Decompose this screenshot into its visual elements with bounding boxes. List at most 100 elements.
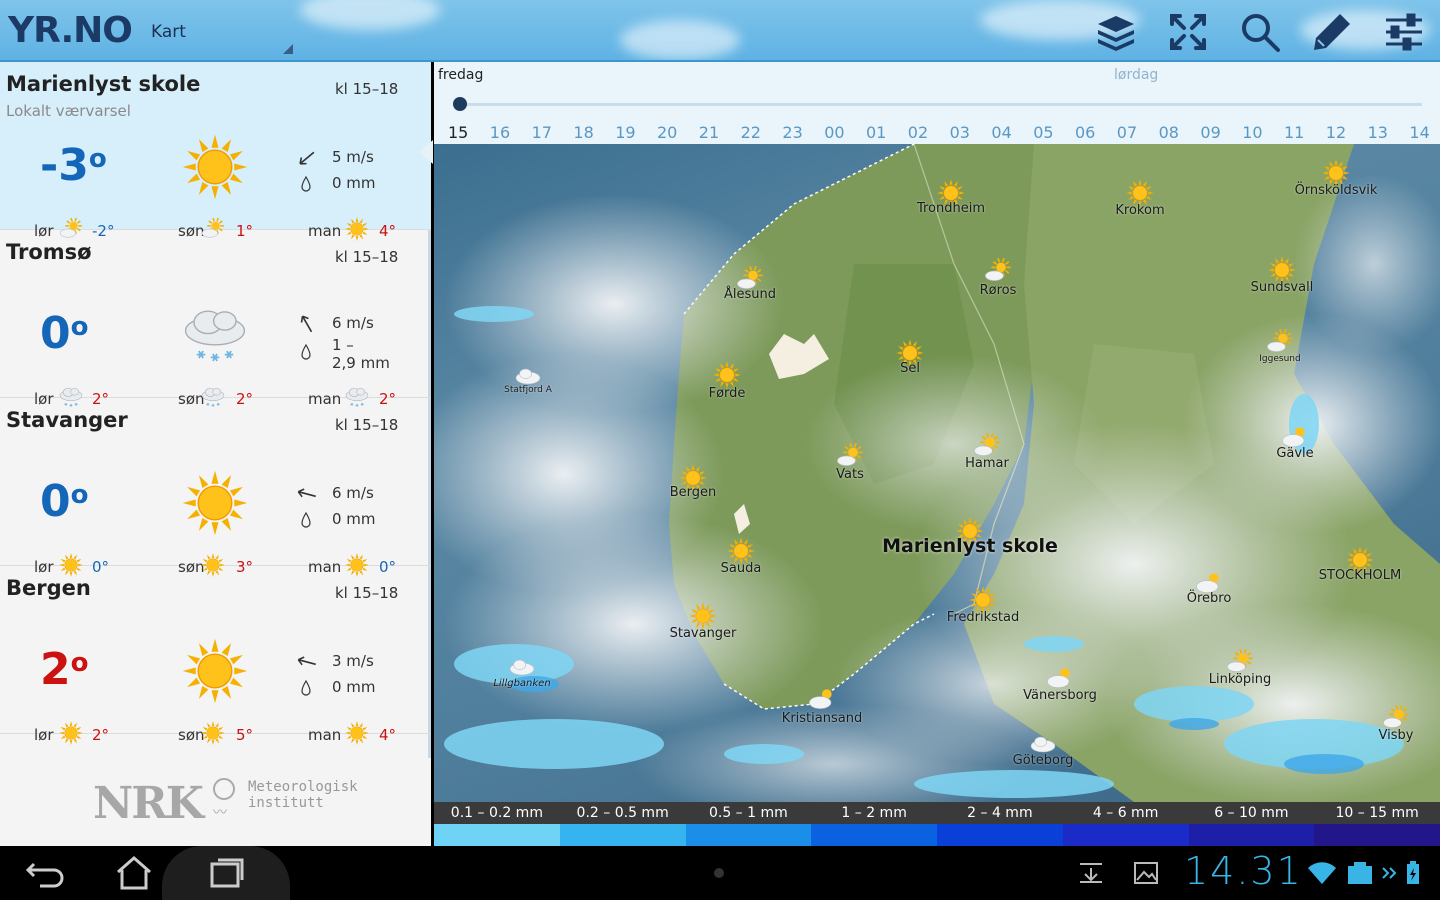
legend-item: 0.5 – 1 mm (685, 802, 812, 846)
map-city-label[interactable]: Krokom (1115, 203, 1164, 218)
partly-sunny-icon[interactable] (972, 431, 1002, 457)
timeline-hour[interactable]: 01 (866, 123, 886, 142)
back-icon[interactable] (16, 852, 76, 894)
map-city-label[interactable]: Ålesund (724, 287, 776, 302)
partly-cloudy-icon[interactable] (1045, 663, 1075, 689)
time-slider-panel: fredag lørdag 15 16 17 18 19 20 21 22 23 00 01 02 03… (434, 62, 1440, 144)
forecast-day: man (308, 726, 342, 744)
more-status-icon[interactable] (1380, 860, 1398, 886)
timeline-hour[interactable]: 12 (1326, 123, 1346, 142)
map-city-label[interactable]: Sauda (721, 561, 762, 576)
yr-logo[interactable]: YR.NO (8, 10, 133, 51)
partly-sunny-icon[interactable] (1381, 703, 1411, 729)
timeline-hour[interactable]: 17 (532, 123, 552, 142)
timeline-hour[interactable]: 10 (1242, 123, 1262, 142)
legend-swatch (937, 824, 1063, 846)
partly-cloudy-icon[interactable] (1280, 422, 1310, 448)
location-card[interactable]: Stavanger kl 15–18 0o 6 m/s 0 mm lør 0° s… (0, 398, 431, 577)
timeline-hour[interactable]: 16 (490, 123, 510, 142)
map-city-label[interactable]: STOCKHOLM (1319, 568, 1402, 583)
timeline-hour[interactable]: 18 (573, 123, 593, 142)
timeline-hour[interactable]: 03 (950, 123, 970, 142)
sun-icon[interactable] (1321, 158, 1351, 187)
map-city-label[interactable]: Sel (900, 361, 920, 376)
nrk-logo[interactable]: NRK (93, 778, 204, 829)
timeline-hour[interactable]: 06 (1075, 123, 1095, 142)
section-title[interactable]: Kart (151, 22, 186, 42)
weather-map[interactable]: Trondheim Krokom Örnsköldsvik Ålesund Røros S… (434, 144, 1440, 802)
wind-speed: 3 m/s (332, 652, 374, 670)
map-city-label[interactable]: Statfjord A (504, 385, 552, 395)
cloud-icon[interactable] (1028, 728, 1058, 754)
map-city-label[interactable]: Linköping (1209, 672, 1271, 687)
map-city-label[interactable]: Visby (1379, 728, 1414, 743)
map-city-label[interactable]: Örnsköldsvik (1295, 183, 1378, 198)
precipitation-value-max: 2,9 mm (332, 354, 390, 372)
map-city-label[interactable]: Bergen (670, 485, 717, 500)
time-slider-handle[interactable] (453, 97, 467, 111)
map-city-label[interactable]: Trondheim (917, 201, 985, 216)
timeline-hour[interactable]: 04 (991, 123, 1011, 142)
map-city-label[interactable]: Hamar (965, 456, 1009, 471)
cloud-icon[interactable] (513, 360, 543, 386)
timeline-hour[interactable]: 22 (741, 123, 761, 142)
timeline-hour[interactable]: 00 (824, 123, 844, 142)
map-city-label[interactable]: Stavanger (670, 626, 737, 641)
location-card[interactable]: Tromsø kl 15–18 0o 6 m/s 1 –2,9 mm lør 2… (0, 230, 431, 408)
partly-sunny-icon[interactable] (1225, 647, 1255, 673)
time-slider-track[interactable] (458, 103, 1422, 106)
map-city-label[interactable]: Vats (836, 467, 864, 482)
home-icon[interactable] (104, 852, 164, 894)
timeline-hour[interactable]: 21 (699, 123, 719, 142)
edit-icon[interactable] (1310, 10, 1354, 54)
timeline-hour[interactable]: 02 (908, 123, 928, 142)
timeline-hour[interactable]: 07 (1117, 123, 1137, 142)
timeline-hour[interactable]: 20 (657, 123, 677, 142)
map-city-label[interactable]: Iggesund (1259, 354, 1300, 364)
map-city-label[interactable]: Fredrikstad (947, 610, 1019, 625)
sun-icon[interactable] (688, 601, 718, 630)
map-city-label[interactable]: Gävle (1276, 446, 1313, 461)
partly-sunny-icon[interactable] (1265, 327, 1295, 353)
clock[interactable]: 14.31 (1184, 849, 1303, 893)
location-card[interactable]: Marienlyst skole Lokalt værvarsel kl 15–… (0, 62, 431, 241)
partly-sunny-icon[interactable] (983, 256, 1013, 282)
sun-icon[interactable] (968, 585, 998, 614)
timeline-hour[interactable]: 11 (1284, 123, 1304, 142)
settings-sliders-icon[interactable] (1382, 10, 1426, 54)
sun-icon[interactable] (712, 360, 742, 389)
section-dropdown-indicator[interactable] (283, 44, 293, 54)
timeline-hour[interactable]: 13 (1368, 123, 1388, 142)
met-institute-name[interactable]: Meteorologisk institutt (248, 779, 358, 811)
sun-icon[interactable] (726, 536, 756, 565)
timeline-hour[interactable]: 08 (1159, 123, 1179, 142)
map-city-label[interactable]: Førde (709, 386, 746, 401)
sun-icon[interactable] (1125, 178, 1155, 207)
timeline-hour[interactable]: 15 (448, 123, 468, 142)
sun-icon[interactable] (1267, 255, 1297, 284)
layers-icon[interactable] (1094, 10, 1138, 54)
timeline-hour[interactable]: 09 (1200, 123, 1220, 142)
partly-sunny-icon[interactable] (835, 441, 865, 467)
gallery-icon[interactable] (1132, 860, 1160, 886)
search-icon[interactable] (1238, 10, 1282, 54)
map-city-label[interactable]: Vänersborg (1023, 688, 1097, 703)
timeline-hour[interactable]: 14 (1409, 123, 1429, 142)
map-city-label[interactable]: Örebro (1187, 591, 1232, 606)
brand-footer: NRK 〰 Meteorologisk institutt (0, 758, 431, 846)
cloud-icon[interactable] (507, 651, 537, 677)
timeline-hour[interactable]: 05 (1033, 123, 1053, 142)
timeline-hour[interactable]: 19 (615, 123, 635, 142)
map-city-label[interactable]: Kristiansand (782, 711, 862, 726)
fullscreen-icon[interactable] (1166, 10, 1210, 54)
timeline-hour[interactable]: 23 (782, 123, 802, 142)
map-city-label[interactable]: Lillgbanken (493, 678, 550, 689)
map-city-label[interactable]: Göteborg (1013, 753, 1074, 768)
recent-apps-icon[interactable] (196, 852, 256, 894)
download-icon[interactable] (1076, 860, 1106, 886)
map-city-label[interactable]: Røros (980, 283, 1017, 298)
map-city-label[interactable]: Sundsvall (1251, 280, 1314, 295)
partly-cloudy-icon[interactable] (807, 684, 837, 710)
location-card[interactable]: Bergen kl 15–18 2o 3 m/s 0 mm lør 2° søn … (0, 566, 431, 745)
map-city-label[interactable]: Marienlyst skole (882, 535, 1058, 557)
